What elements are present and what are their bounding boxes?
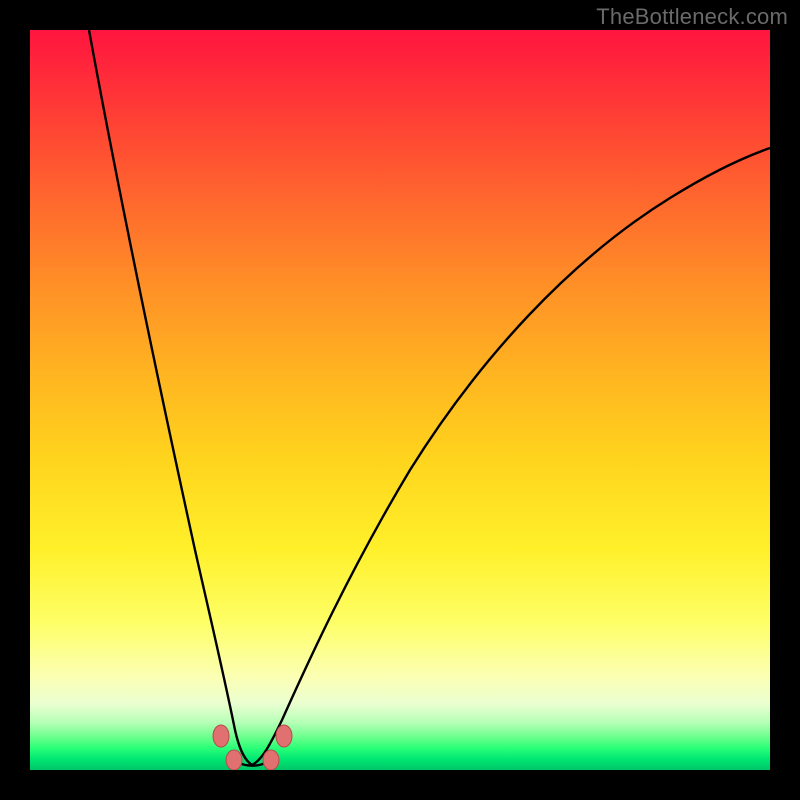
watermark-text: TheBottleneck.com [596,4,788,30]
plot-area [30,30,770,770]
heat-gradient-background [30,30,770,770]
